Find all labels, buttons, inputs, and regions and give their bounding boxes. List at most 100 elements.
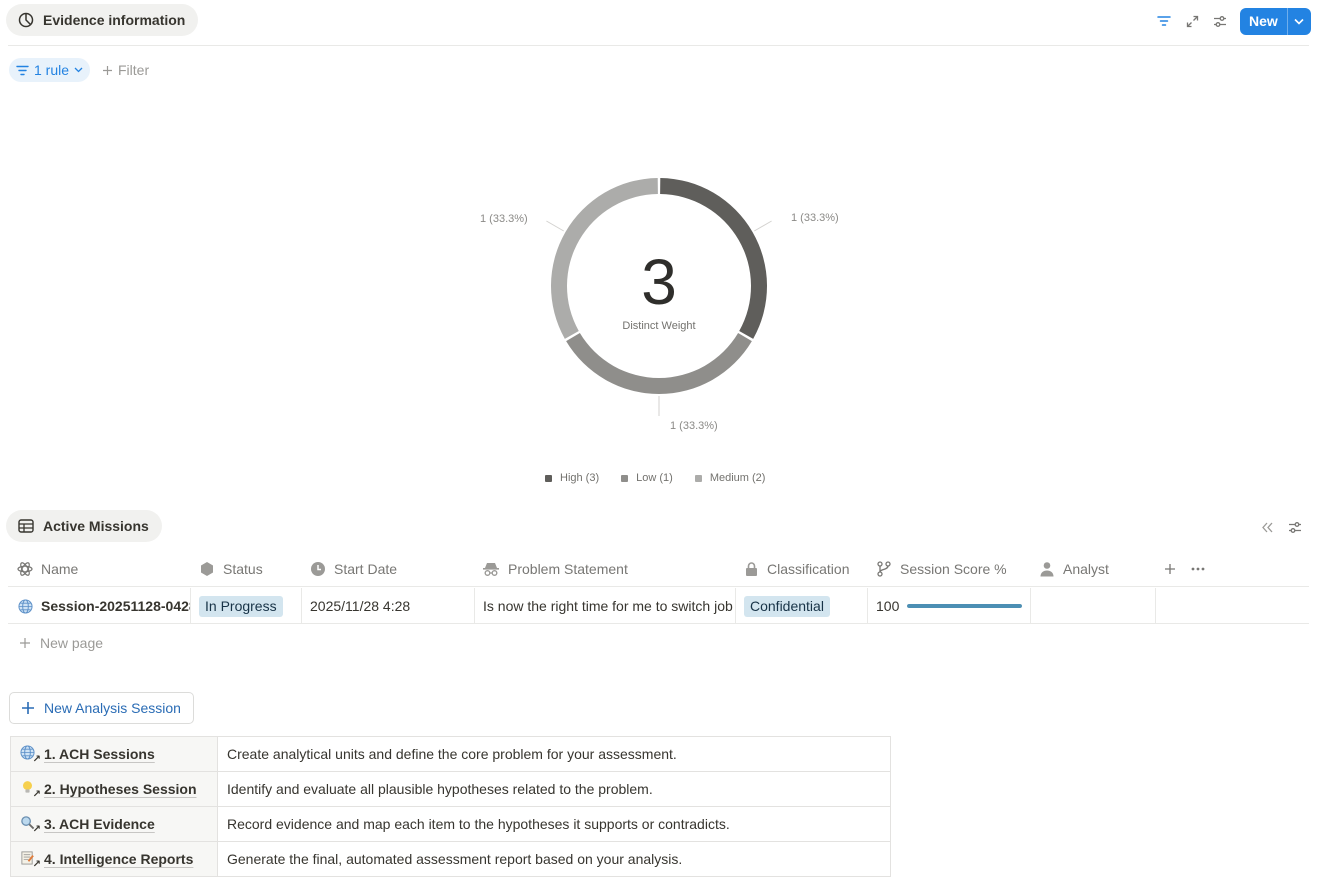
settings-sliders-icon[interactable] — [1208, 9, 1232, 33]
guide-cell-link: ↗ 1. ACH Sessions — [10, 736, 218, 772]
column-header-problem-statement[interactable]: Problem Statement — [482, 552, 628, 586]
classification-badge: Confidential — [744, 595, 830, 617]
cell-status[interactable]: In Progress — [199, 588, 283, 624]
chart-center-value: 3 — [641, 246, 677, 318]
legend-item-high[interactable]: High (3) — [545, 472, 599, 484]
guide-row: ↗ 2. Hypotheses Session Identify and eva… — [10, 771, 891, 807]
filter-lines-icon — [16, 65, 29, 75]
chart-center-label: Distinct Weight — [622, 320, 696, 332]
plus-icon — [22, 702, 34, 714]
collapse-double-chevron-icon[interactable] — [1255, 515, 1279, 539]
column-label: Classification — [767, 561, 850, 577]
guide-cell-desc: Generate the final, automated assessment… — [217, 841, 891, 877]
column-header-name[interactable]: Name — [17, 552, 78, 586]
leader-line — [754, 220, 772, 232]
column-header-session-score[interactable]: Session Score % — [876, 552, 1007, 586]
plus-icon — [20, 638, 30, 648]
new-analysis-session-button[interactable]: New Analysis Session — [9, 692, 194, 724]
legend-label: Medium (2) — [709, 472, 766, 484]
guide-link-label: 2. Hypotheses Session — [44, 781, 197, 797]
table-header-divider — [8, 586, 1309, 587]
column-label: Session Score % — [900, 561, 1007, 577]
guide-link-label: 3. ACH Evidence — [44, 816, 155, 832]
lock-icon — [746, 562, 757, 576]
clock-icon — [311, 562, 325, 576]
column-header-classification[interactable]: Classification — [744, 552, 849, 586]
chart-icon — [18, 12, 34, 28]
column-label: Start Date — [334, 561, 398, 577]
cell-problem-statement[interactable]: Is now the right time for me to switch j… — [483, 588, 733, 624]
guide-cell-desc: Create analytical units and define the c… — [217, 736, 891, 772]
branch-icon — [877, 561, 891, 577]
column-header-status[interactable]: Status — [199, 552, 263, 586]
guide-cell-desc: Identify and evaluate all plausible hypo… — [217, 771, 891, 807]
new-analysis-session-label: New Analysis Session — [44, 700, 181, 716]
table-row-divider — [8, 623, 1309, 624]
spy-hat-icon — [483, 563, 499, 576]
globe-icon — [18, 598, 33, 614]
view-title: Evidence information — [43, 12, 186, 28]
add-column-plus-icon[interactable] — [1158, 557, 1182, 581]
legend-item-medium[interactable]: Medium (2) — [694, 472, 766, 484]
hexagon-icon — [201, 562, 213, 576]
guide-row: ↗ 1. ACH Sessions Create analytical unit… — [10, 736, 891, 772]
missions-title: Active Missions — [43, 518, 149, 534]
guide-cell-link: ↗ 3. ACH Evidence — [10, 806, 218, 842]
settings-sliders-icon[interactable] — [1283, 515, 1307, 539]
guide-row: ↗ 4. Intelligence Reports Generate the f… — [10, 841, 891, 877]
atom-icon — [17, 562, 33, 576]
cell-session-score[interactable]: 100 — [876, 588, 1023, 624]
view-title-tab[interactable]: Evidence information — [6, 4, 199, 36]
guide-link-ach-sessions[interactable]: ↗ 1. ACH Sessions — [20, 745, 208, 765]
chevron-down-icon[interactable] — [1288, 18, 1311, 25]
new-button[interactable]: New — [1240, 8, 1287, 35]
guide-link-label: 1. ACH Sessions — [44, 746, 155, 762]
plus-icon — [103, 65, 112, 75]
add-filter-button[interactable]: Filter — [102, 62, 149, 78]
legend-swatch — [545, 474, 552, 482]
guide-link-intelligence-reports[interactable]: ↗ 4. Intelligence Reports — [20, 850, 208, 870]
guide-link-hypotheses-session[interactable]: ↗ 2. Hypotheses Session — [20, 780, 208, 800]
cell-classification[interactable]: Confidential — [744, 588, 830, 624]
slice-label-medium: 1 (33.3%) — [480, 213, 528, 225]
guide-link-label: 4. Intelligence Reports — [44, 851, 194, 867]
guide-cell-desc: Record evidence and map each item to the… — [217, 806, 891, 842]
guide-cell-link: ↗ 4. Intelligence Reports — [10, 841, 218, 877]
score-progress-fill — [907, 604, 1023, 608]
table-icon — [18, 519, 34, 533]
lightbulb-icon: ↗ — [20, 780, 41, 800]
column-header-start-date[interactable]: Start Date — [310, 552, 397, 586]
cell-name[interactable]: Session-20251128-0428 — [18, 588, 190, 624]
column-label: Name — [41, 561, 79, 577]
filter-icon[interactable] — [1152, 9, 1176, 33]
new-page-button[interactable]: New page — [19, 635, 103, 651]
header-divider — [8, 45, 1309, 46]
expand-icon[interactable] — [1180, 9, 1204, 33]
leader-line — [546, 220, 564, 232]
chart-legend: High (3) Low (1) Medium (2) — [545, 472, 765, 484]
magnifier-icon: ↗ — [20, 815, 41, 835]
slice-label-high: 1 (33.3%) — [791, 212, 839, 224]
add-filter-label: Filter — [118, 62, 150, 78]
rule-chip[interactable]: 1 rule — [9, 58, 91, 82]
slice-label-low: 1 (33.3%) — [670, 420, 718, 432]
donut-slice-low[interactable] — [566, 332, 752, 395]
new-button-group: New — [1240, 8, 1311, 35]
score-progress-bar — [907, 604, 1023, 608]
status-badge: In Progress — [199, 595, 283, 617]
legend-label: High (3) — [560, 472, 600, 484]
missions-title-tab[interactable]: Active Missions — [6, 510, 162, 542]
guide-row: ↗ 3. ACH Evidence Record evidence and ma… — [10, 806, 891, 842]
column-label: Status — [223, 561, 263, 577]
guide-link-ach-evidence[interactable]: ↗ 3. ACH Evidence — [20, 815, 208, 835]
column-label: Analyst — [1063, 561, 1109, 577]
score-value: 100 — [876, 598, 900, 614]
person-icon — [1040, 562, 1054, 577]
chevron-down-icon — [74, 67, 83, 73]
globe-icon: ↗ — [20, 745, 41, 765]
cell-start-date[interactable]: 2025/11/28 4:28 — [310, 588, 410, 624]
column-header-analyst[interactable]: Analyst — [1039, 552, 1109, 586]
more-options-icon[interactable] — [1186, 557, 1210, 581]
legend-item-low[interactable]: Low (1) — [621, 472, 673, 484]
legend-label: Low (1) — [636, 472, 673, 484]
